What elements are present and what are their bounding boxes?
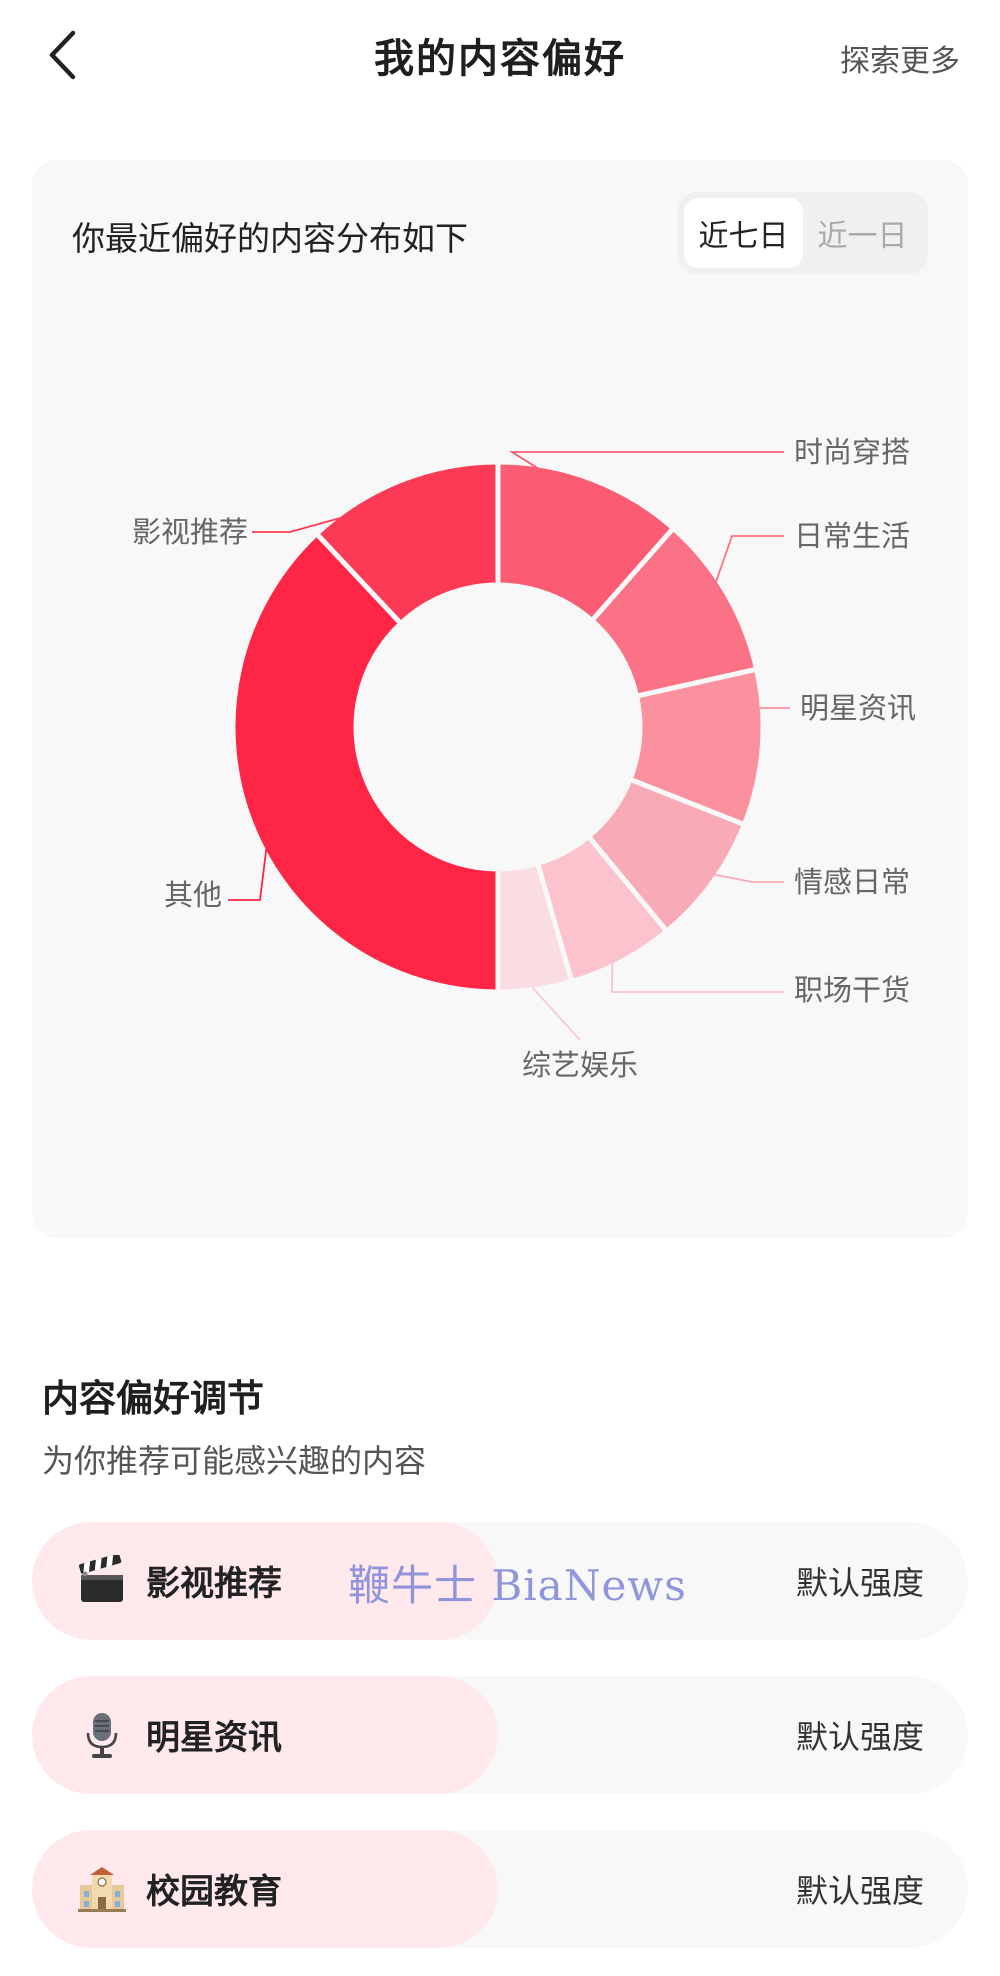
donut-chart: 综艺娱乐 职场干货 情感日常 明星资讯 日常生活 时尚穿搭影视推荐其他 — [132, 435, 916, 1082]
slice-label-2: 职场干货 — [794, 973, 910, 1007]
pref-strength[interactable]: 默认强度 — [796, 1558, 924, 1604]
explore-more-link[interactable]: 探索更多 — [840, 36, 960, 80]
pref-label: 影视推荐 — [146, 1564, 282, 1604]
slice-label-3: 情感日常 — [794, 865, 910, 899]
leader-line-1 — [531, 986, 581, 1041]
microphone-icon — [86, 1713, 118, 1758]
pref-label: 校园教育 — [146, 1872, 282, 1912]
slice-label-1: 综艺娱乐 — [522, 1048, 638, 1082]
distribution-card: 你最近偏好的内容分布如下 近七日 近一日 综艺娱乐 职场干货 情感日常 明星资讯 日常生… — [32, 160, 968, 1238]
pref-strength[interactable]: 默认强度 — [796, 1712, 924, 1758]
slice-label-7: 影视推荐 — [132, 515, 248, 549]
slice-label-5: 日常生活 — [794, 519, 910, 553]
watermark-logo: 鞭牛士 BiaNews — [348, 1561, 687, 1610]
school-icon — [78, 1867, 126, 1912]
slice-label-4: 明星资讯 — [800, 691, 916, 725]
pref-row-campus[interactable]: 校园教育 默认强度 — [32, 1830, 968, 1948]
pref-row-celebrity[interactable]: 明星资讯 默认强度 — [32, 1676, 968, 1794]
slice-label-6: 时尚穿搭 — [794, 435, 910, 469]
clapperboard-icon — [79, 1555, 123, 1602]
donut-slices — [230, 459, 766, 995]
donut-slice-8 — [230, 530, 501, 995]
header: 我的内容偏好 探索更多 — [0, 0, 1000, 115]
slice-label-8: 其他 — [164, 878, 222, 912]
pref-label: 明星资讯 — [146, 1718, 282, 1758]
content-preference-page: 我的内容偏好 探索更多 你最近偏好的内容分布如下 近七日 近一日 综艺娱乐 职场干… — [0, 0, 1000, 1976]
adjust-section-subtitle: 为你推荐可能感兴趣的内容 — [42, 1442, 427, 1480]
adjust-section-title: 内容偏好调节 — [42, 1377, 264, 1420]
pref-strength[interactable]: 默认强度 — [796, 1866, 924, 1912]
